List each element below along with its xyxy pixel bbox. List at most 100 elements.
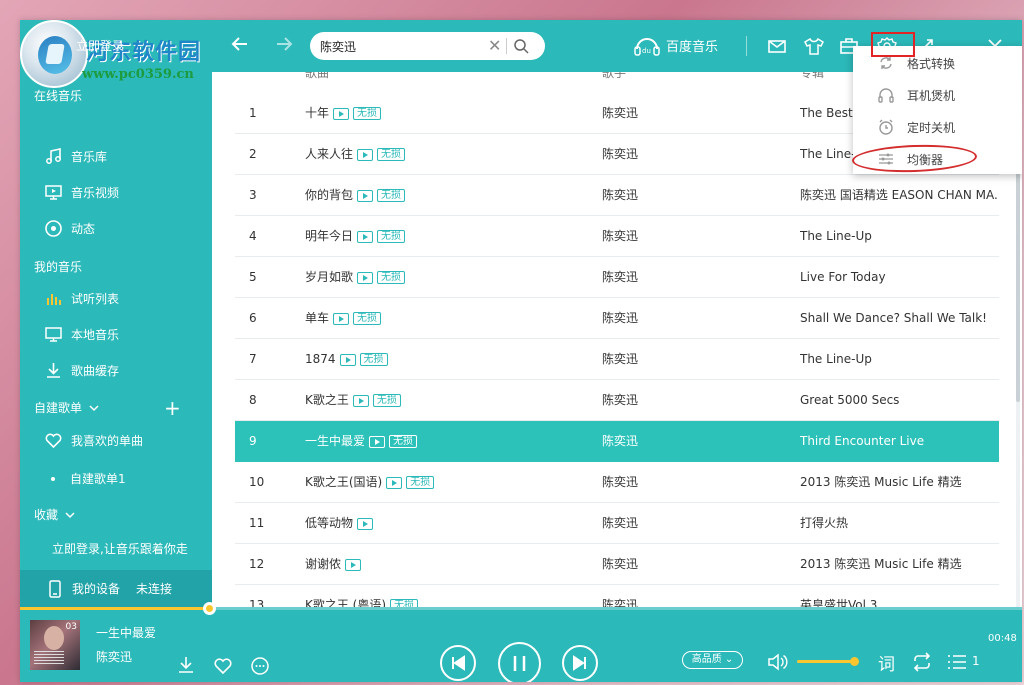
- song-title-cell[interactable]: 1874 无损: [305, 339, 585, 380]
- album-cell[interactable]: 打得火热: [800, 503, 1000, 544]
- forward-button[interactable]: [271, 33, 297, 59]
- clear-search-icon[interactable]: ✕: [488, 36, 501, 55]
- table-row[interactable]: 12 谢谢侬 陈奕迅 2013 陈奕迅 Music Life 精选: [235, 544, 999, 585]
- album-cell[interactable]: Great 5000 Secs: [800, 380, 1000, 421]
- artist-cell[interactable]: 陈奕迅: [602, 503, 752, 544]
- artist-cell[interactable]: 陈奕迅: [602, 380, 752, 421]
- song-title-cell[interactable]: 你的背包 无损: [305, 175, 585, 216]
- table-row[interactable]: 10 K歌之王(国语) 无损 陈奕迅 2013 陈奕迅 Music Life 精选: [235, 462, 999, 503]
- sidebar-item-music-library[interactable]: 音乐库: [44, 147, 107, 166]
- artist-cell[interactable]: 陈奕迅: [602, 175, 752, 216]
- song-title[interactable]: 低等动物: [305, 503, 353, 544]
- artist-cell[interactable]: 陈奕迅: [602, 421, 752, 462]
- song-title-cell[interactable]: 单车 无损: [305, 298, 585, 339]
- sidebar-item-song-cache[interactable]: 歌曲缓存: [44, 361, 119, 380]
- table-row[interactable]: 7 1874 无损 陈奕迅 The Line-Up: [235, 339, 999, 380]
- sidebar-item-local-music[interactable]: 本地音乐: [44, 325, 119, 344]
- mv-icon[interactable]: [357, 230, 374, 243]
- song-title[interactable]: 1874: [305, 339, 336, 380]
- artist-cell[interactable]: 陈奕迅: [602, 339, 752, 380]
- table-row[interactable]: 9 一生中最爱 无损 陈奕迅 Third Encounter Live: [235, 421, 999, 462]
- sidebar-item-favorite-songs[interactable]: 我喜欢的单曲: [44, 431, 143, 450]
- song-title-cell[interactable]: 人来人往 无损: [305, 134, 585, 175]
- album-cell[interactable]: Live For Today: [800, 257, 1000, 298]
- table-row[interactable]: 11 低等动物 陈奕迅 打得火热: [235, 503, 999, 544]
- artist-cell[interactable]: 陈奕迅: [602, 93, 752, 134]
- column-header-artist[interactable]: 歌手: [602, 72, 626, 84]
- login-tip[interactable]: 立即登录,让音乐跟着你走: [52, 540, 188, 557]
- now-playing-title[interactable]: 一生中最爱: [96, 624, 156, 641]
- download-icon[interactable]: [175, 654, 197, 676]
- album-cell[interactable]: 2013 陈奕迅 Music Life 精选: [800, 462, 1000, 503]
- progress-bar[interactable]: [20, 602, 1022, 615]
- song-title-cell[interactable]: K歌之王 (粤语) 无损: [305, 585, 585, 607]
- song-title-cell[interactable]: K歌之王(国语) 无损: [305, 462, 585, 503]
- now-playing-artist[interactable]: 陈奕迅: [96, 648, 132, 665]
- song-title[interactable]: 单车: [305, 298, 329, 339]
- table-row[interactable]: 5 岁月如歌 无损 陈奕迅 Live For Today: [235, 257, 999, 298]
- song-title-cell[interactable]: 低等动物: [305, 503, 585, 544]
- table-row[interactable]: 8 K歌之王 无损 陈奕迅 Great 5000 Secs: [235, 380, 999, 421]
- volume-slider[interactable]: [797, 657, 859, 666]
- mv-icon[interactable]: [369, 435, 386, 448]
- album-cell[interactable]: 英皇盛世Vol.3: [800, 585, 1000, 607]
- mv-icon[interactable]: [339, 353, 356, 366]
- column-header-album[interactable]: 专辑: [800, 72, 824, 84]
- mv-icon[interactable]: [357, 148, 374, 161]
- album-cell[interactable]: Shall We Dance? Shall We Talk!: [800, 298, 1000, 339]
- sidebar-item-feed[interactable]: 动态: [44, 219, 95, 238]
- skin-shirt-icon[interactable]: [803, 35, 825, 57]
- table-row[interactable]: 4 明年今日 无损 陈奕迅 The Line-Up: [235, 216, 999, 257]
- heart-icon[interactable]: [212, 655, 234, 677]
- lyrics-button[interactable]: 词: [878, 650, 895, 675]
- sidebar-item-music-video[interactable]: 音乐视频: [44, 183, 119, 202]
- album-cell[interactable]: 陈奕迅 国语精选 EASON CHAN MA.: [800, 175, 1000, 216]
- song-title[interactable]: 岁月如歌: [305, 257, 353, 298]
- song-title-cell[interactable]: 明年今日 无损: [305, 216, 585, 257]
- quality-select[interactable]: 高品质 ⌄: [682, 651, 743, 669]
- song-title[interactable]: 谢谢侬: [305, 544, 341, 585]
- sidebar-item-custom-playlist-1[interactable]: 自建歌单1: [44, 470, 126, 487]
- mv-icon[interactable]: [357, 517, 374, 530]
- column-header-title[interactable]: 歌曲: [305, 72, 329, 84]
- song-title[interactable]: 明年今日: [305, 216, 353, 257]
- mv-icon[interactable]: [345, 558, 362, 571]
- sidebar-section-custom-playlists[interactable]: 自建歌单: [34, 399, 100, 416]
- volume-knob[interactable]: [850, 657, 859, 666]
- mv-icon[interactable]: [357, 189, 374, 202]
- search-input[interactable]: [320, 37, 470, 55]
- volume-icon[interactable]: [766, 651, 788, 673]
- my-device-bar[interactable]: 我的设备 未连接: [20, 570, 212, 607]
- artist-cell[interactable]: 陈奕迅: [602, 544, 752, 585]
- add-playlist-icon[interactable]: +: [164, 398, 181, 418]
- table-row[interactable]: 13 K歌之王 (粤语) 无损 陈奕迅 英皇盛世Vol.3: [235, 585, 999, 607]
- repeat-icon[interactable]: [911, 651, 933, 673]
- sidebar-item-trial-list[interactable]: 试听列表: [44, 289, 119, 308]
- song-title-cell[interactable]: 谢谢侬: [305, 544, 585, 585]
- artist-cell[interactable]: 陈奕迅: [602, 216, 752, 257]
- sidebar-section-favorites[interactable]: 收藏: [34, 506, 76, 523]
- search-icon[interactable]: [513, 38, 529, 54]
- album-cell[interactable]: The Line-Up: [800, 216, 1000, 257]
- mv-icon[interactable]: [333, 107, 350, 120]
- song-title-cell[interactable]: 一生中最爱 无损: [305, 421, 585, 462]
- mail-icon[interactable]: [766, 35, 788, 57]
- more-options-icon[interactable]: [249, 655, 271, 677]
- previous-button[interactable]: [440, 645, 476, 681]
- artist-cell[interactable]: 陈奕迅: [602, 298, 752, 339]
- mv-icon[interactable]: [352, 394, 369, 407]
- play-pause-button[interactable]: [498, 642, 541, 682]
- menu-item-headphone-burn-in[interactable]: 耳机煲机: [853, 79, 1022, 111]
- playlist-icon[interactable]: [946, 651, 968, 673]
- login-link[interactable]: 立即登录: [76, 37, 124, 54]
- table-row[interactable]: 6 单车 无损 陈奕迅 Shall We Dance? Shall We Talk!: [235, 298, 999, 339]
- song-title[interactable]: K歌之王(国语): [305, 462, 382, 503]
- album-art[interactable]: 03: [30, 620, 80, 670]
- progress-knob[interactable]: [203, 602, 216, 615]
- album-cell[interactable]: The Line-Up: [800, 339, 1000, 380]
- song-title[interactable]: K歌之王: [305, 380, 349, 421]
- menu-item-timed-shutdown[interactable]: 定时关机: [853, 111, 1022, 143]
- baidu-music-brand[interactable]: du 百度音乐: [634, 34, 718, 56]
- mv-icon[interactable]: [333, 312, 350, 325]
- song-title[interactable]: K歌之王 (粤语): [305, 585, 386, 607]
